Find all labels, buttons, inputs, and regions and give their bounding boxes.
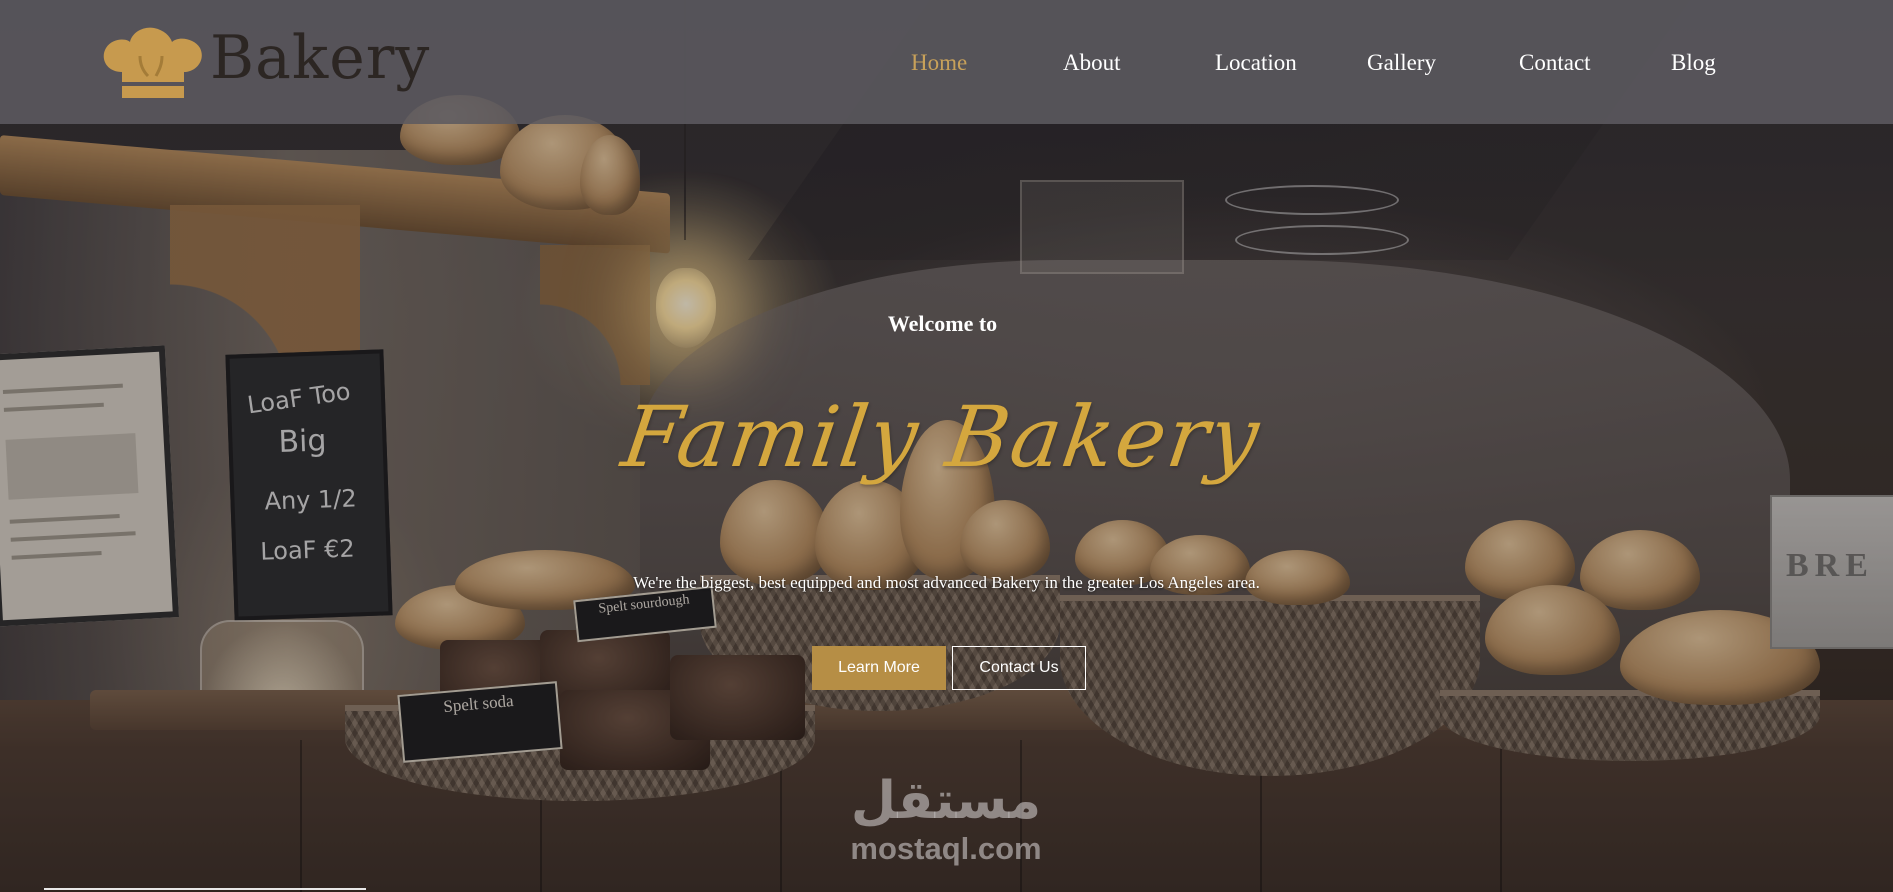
brand-logo[interactable]: Bakery <box>100 22 445 102</box>
nav-item-contact[interactable]: Contact <box>1519 50 1591 76</box>
nav-item-home[interactable]: Home <box>911 50 967 76</box>
contact-us-button[interactable]: Contact Us <box>952 646 1086 690</box>
watermark-arabic: مستقل <box>850 771 1042 831</box>
learn-more-button[interactable]: Learn More <box>812 646 946 690</box>
nav-item-blog[interactable]: Blog <box>1671 50 1716 76</box>
watermark-latin: mostaql.com <box>850 831 1042 866</box>
top-navbar: Bakery Home About Location Gallery Conta… <box>0 0 1893 124</box>
chef-hat-icon <box>103 27 202 98</box>
nav-item-about[interactable]: About <box>1063 50 1121 76</box>
nav-item-location[interactable]: Location <box>1215 50 1297 76</box>
hero-subtitle: We're the biggest, best equipped and mos… <box>633 573 1260 592</box>
brand-name: Bakery <box>210 23 431 93</box>
bottom-progress-line <box>44 888 366 890</box>
watermark: مستقل mostaql.com <box>830 775 1062 875</box>
hero-title: Family Bakery <box>616 388 1267 486</box>
nav-item-gallery[interactable]: Gallery <box>1367 50 1436 76</box>
hero-welcome: Welcome to <box>0 311 1891 337</box>
hero-welcome-text: Welcome to <box>887 311 998 336</box>
